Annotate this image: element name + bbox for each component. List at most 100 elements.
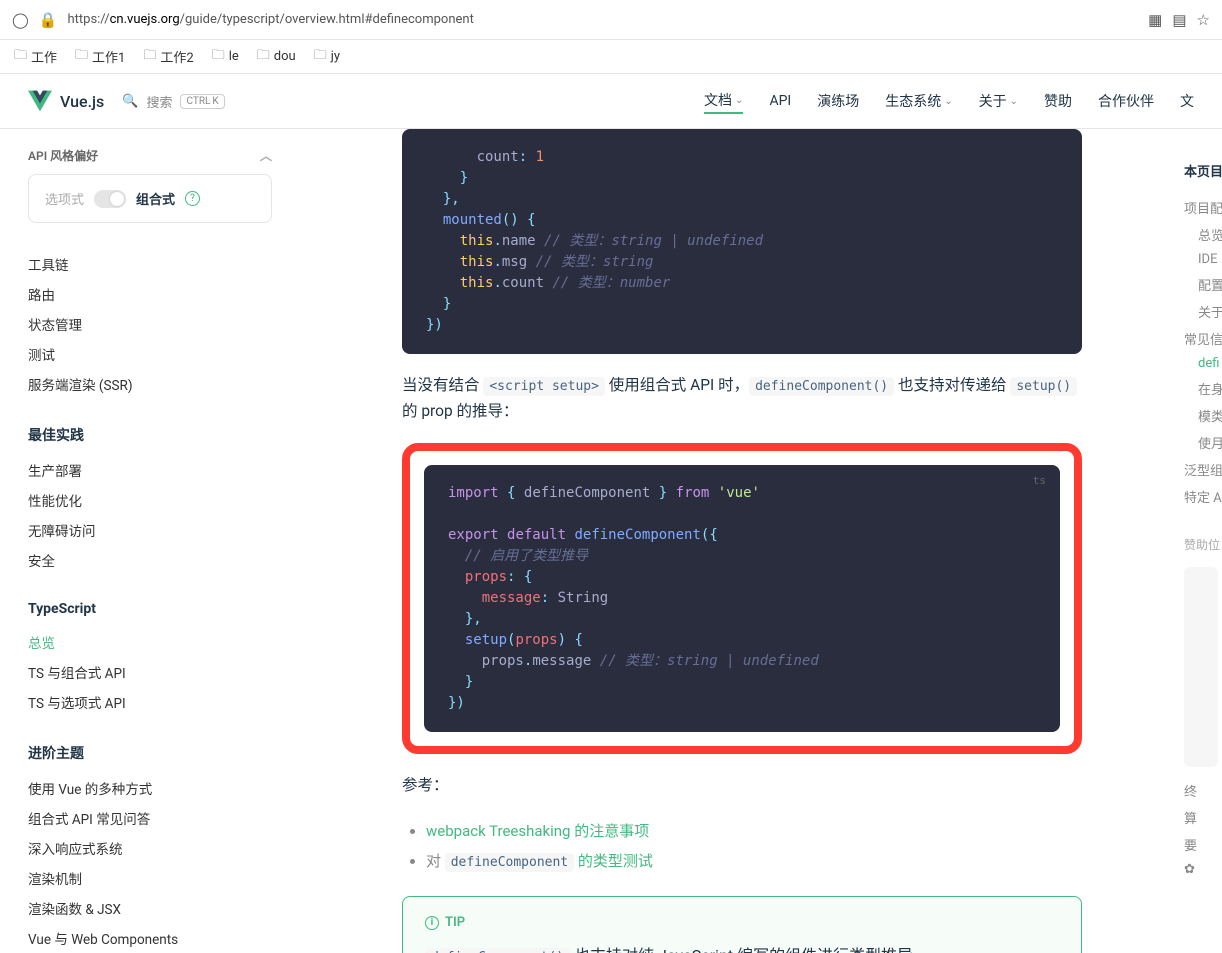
top-nav-item[interactable]: 合作伙伴 (1098, 90, 1154, 112)
nav-label: 赞助 (1044, 91, 1072, 111)
help-icon[interactable]: ? (185, 191, 200, 206)
translate-icon[interactable]: 算 (1184, 808, 1222, 827)
folder-icon: 🗀 (14, 46, 27, 68)
main-content: count: 1 } }, mounted() { this.name // 类… (300, 129, 1184, 953)
shield-icon: ◯ (12, 11, 29, 29)
qr-icon[interactable]: ▦ (1148, 11, 1162, 29)
toc-link[interactable]: 常见信 (1184, 325, 1222, 352)
sidebar-link[interactable]: 组合式 API 常见问答 (28, 803, 272, 833)
top-nav-item[interactable]: 关于⌄ (979, 90, 1018, 112)
vue-logo-icon (28, 89, 52, 113)
bookmark-folder[interactable]: 🗀 jy (314, 46, 340, 68)
bookmark-folder[interactable]: 🗀工作 (14, 46, 57, 68)
para-intro: 当没有结合 <script setup> 使用组合式 API 时，defineC… (402, 372, 1082, 425)
top-nav-item[interactable]: API (769, 90, 791, 112)
lock-icon: 🔒 (39, 11, 58, 29)
sidebar-link[interactable]: 渲染机制 (28, 863, 272, 893)
sidebar-link[interactable]: TS 与组合式 API (28, 657, 272, 687)
theme-icon[interactable]: 要 (1184, 835, 1222, 854)
sidebar-section-title: 进阶主题 (28, 743, 272, 763)
sidebar-section-title: TypeScript (28, 601, 272, 617)
toc-link[interactable]: IDE (1184, 248, 1222, 271)
sidebar-section-title: 最佳实践 (28, 425, 272, 445)
top-nav: 文档⌄API演练场生态系统⌄关于⌄赞助合作伙伴文 (704, 90, 1194, 112)
sidebar-link[interactable]: 无障碍访问 (28, 515, 272, 545)
top-nav-item[interactable]: 演练场 (817, 90, 859, 112)
bookmark-icon[interactable]: ☆ (1197, 11, 1210, 29)
back-to-top-icon[interactable]: 终 (1184, 781, 1222, 800)
search-trigger[interactable]: 🔍 搜索 CTRL K (122, 92, 224, 111)
toc-link[interactable]: 泛型组 (1184, 456, 1222, 483)
reader-icon[interactable]: ▤ (1172, 11, 1186, 29)
folder-icon: 🗀 (212, 46, 225, 68)
folder-icon: 🗀 (257, 46, 270, 68)
toc-link[interactable]: 项目配 (1184, 194, 1222, 221)
info-icon: i (425, 916, 439, 930)
brand-text: Vue.js (60, 92, 104, 111)
bookmark-folder[interactable]: 🗀工作2 (143, 46, 193, 68)
ref-heading: 参考： (402, 772, 1082, 798)
globe-icon: 文 (1180, 91, 1194, 111)
sidebar-link[interactable]: 安全 (28, 545, 272, 575)
toc-link[interactable]: 在身 (1184, 375, 1222, 402)
bookmark-folder[interactable]: 🗀 le (212, 46, 239, 68)
brand-logo[interactable]: Vue.js (28, 89, 104, 113)
sidebar-link[interactable]: TS 与选项式 API (28, 687, 272, 717)
ref-link-webpack[interactable]: webpack Treeshaking 的注意事项 (426, 822, 649, 840)
sidebar-link[interactable]: 路由 (28, 279, 272, 309)
folder-icon: 🗀 (143, 46, 156, 68)
toc-link[interactable]: defi (1184, 352, 1222, 375)
sidebar-link[interactable]: Vue 与 Web Components (28, 923, 272, 953)
sponsor-label: 赞助位 (1184, 536, 1222, 553)
bookmark-label: 工作1 (92, 47, 125, 66)
sidebar-link[interactable]: 状态管理 (28, 309, 272, 339)
chevron-down-icon: ⌄ (944, 96, 952, 107)
search-kbd-hint: CTRL K (180, 94, 224, 109)
sidebar-left: API 风格偏好 ︿ 选项式 组合式 ? 工具链路由状态管理测试服务端渲染 (S… (0, 129, 300, 953)
nav-label: 生态系统 (885, 91, 941, 111)
list-item: 对 defineComponent 的类型测试 (426, 846, 1082, 876)
bookmark-label: dou (274, 49, 296, 64)
chevron-up-icon[interactable]: ︿ (260, 147, 272, 164)
sidebar-link[interactable]: 总览 (28, 627, 272, 657)
toc-title: 本页目 (1184, 161, 1222, 180)
bookmark-folder[interactable]: 🗀 dou (257, 46, 296, 68)
toc-link[interactable]: 总览 (1184, 221, 1222, 248)
top-nav-item[interactable]: 生态系统⌄ (885, 90, 952, 112)
top-nav-item[interactable]: 文档⌄ (704, 90, 743, 114)
sponsor-ad[interactable] (1184, 567, 1218, 767)
bookmark-label: le (229, 49, 239, 64)
toc-link[interactable]: 特定 A (1184, 483, 1222, 510)
toggle-switch[interactable] (94, 190, 126, 208)
tip-body: defineComponent() 也支持对纯 JavaScript 编写的组件… (425, 942, 1059, 953)
toc-link[interactable]: 模类 (1184, 402, 1222, 429)
folder-icon: 🗀 (314, 46, 327, 68)
sidebar-link[interactable]: 性能优化 (28, 485, 272, 515)
folder-icon: 🗀 (75, 46, 88, 68)
sidebar-link[interactable]: 深入响应式系统 (28, 833, 272, 863)
sidebar-link[interactable]: 测试 (28, 339, 272, 369)
ref-link-typetest[interactable]: 的类型测试 (574, 852, 653, 870)
bookmark-folder[interactable]: 🗀工作1 (75, 46, 125, 68)
tip-title: i TIP (425, 915, 1059, 930)
toc-link[interactable]: 配置 (1184, 271, 1222, 298)
language-switcher[interactable]: 文 (1180, 90, 1194, 112)
sidebar-link[interactable]: 渲染函数 & JSX (28, 893, 272, 923)
settings-icon[interactable]: ✿ (1184, 862, 1222, 877)
sidebar-link[interactable]: 服务端渲染 (SSR) (28, 369, 272, 399)
search-icon: 🔍 (122, 94, 138, 109)
sidebar-link[interactable]: 使用 Vue 的多种方式 (28, 773, 272, 803)
nav-label: 关于 (979, 91, 1007, 111)
site-header: Vue.js 🔍 搜索 CTRL K 文档⌄API演练场生态系统⌄关于⌄赞助合作… (0, 74, 1222, 129)
api-preference-toggle[interactable]: 选项式 组合式 ? (28, 174, 272, 223)
sidebar-link[interactable]: 工具链 (28, 249, 272, 279)
sidebar-link[interactable]: 生产部署 (28, 455, 272, 485)
top-nav-item[interactable]: 赞助 (1044, 90, 1072, 112)
inline-code-script-setup: <script setup> (483, 377, 605, 396)
toc-link[interactable]: 关于 (1184, 298, 1222, 325)
api-preference-title: API 风格偏好 ︿ (28, 147, 272, 164)
url-text[interactable]: https://cn.vuejs.org/guide/typescript/ov… (67, 12, 1138, 27)
bookmark-label: jy (331, 49, 340, 64)
toc-link[interactable]: 使月 (1184, 429, 1222, 456)
inline-code-definecomponent: defineComponent() (749, 377, 894, 396)
